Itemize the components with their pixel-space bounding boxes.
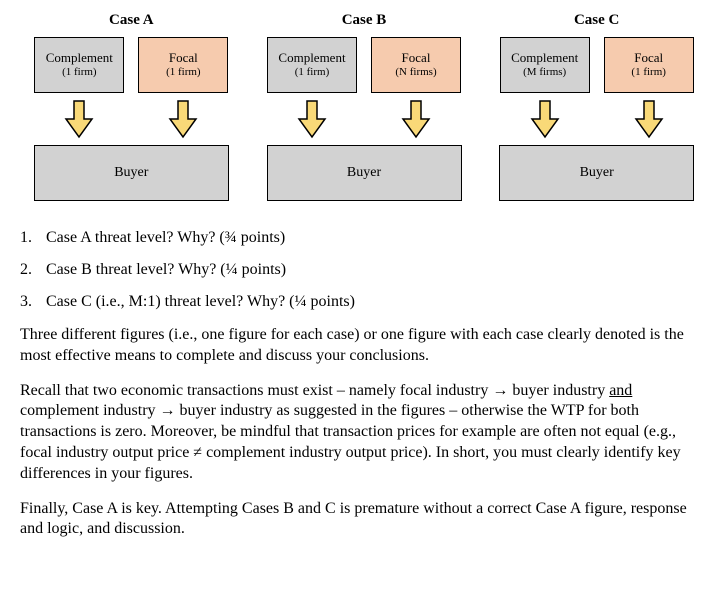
paragraph-3: Finally, Case A is key. Attempting Cases… <box>20 499 708 541</box>
case-b-title: Case B <box>342 12 387 29</box>
question-3-text: Case C (i.e., M:1) threat level? Why? (¼… <box>46 293 355 311</box>
case-a-boxes: Complement (1 firm) Focal (1 firm) <box>34 37 228 93</box>
case-b: Case B Complement (1 firm) Focal (N firm… <box>253 12 476 201</box>
complement-sub: (1 firm) <box>295 66 330 79</box>
case-c-complement-box: Complement (M firms) <box>500 37 590 93</box>
case-a-focal-box: Focal (1 firm) <box>138 37 228 93</box>
focal-label: Focal <box>402 51 431 66</box>
arrow-slot <box>267 99 357 141</box>
case-c: Case C Complement (M firms) Focal (1 fir… <box>485 12 708 201</box>
case-c-focal-box: Focal (1 firm) <box>604 37 694 93</box>
question-2: 2. Case B threat level? Why? (¼ points) <box>20 261 708 279</box>
case-a-complement-box: Complement (1 firm) <box>34 37 124 93</box>
complement-label: Complement <box>511 51 578 66</box>
arrow-down-icon <box>399 99 433 141</box>
case-a-title: Case A <box>109 12 154 29</box>
focal-label: Focal <box>169 51 198 66</box>
question-1-number: 1. <box>20 229 46 247</box>
question-list: 1. Case A threat level? Why? (¾ points) … <box>20 229 708 311</box>
arrow-down-icon <box>632 99 666 141</box>
question-1-text: Case A threat level? Why? (¾ points) <box>46 229 285 247</box>
complement-label: Complement <box>278 51 345 66</box>
case-b-complement-box: Complement (1 firm) <box>267 37 357 93</box>
arrow-slot <box>604 99 694 141</box>
arrow-slot <box>500 99 590 141</box>
arrow-down-icon <box>166 99 200 141</box>
focal-sub: (1 firm) <box>166 66 201 79</box>
paragraph-2b: complement industry → buyer industry as … <box>20 402 681 481</box>
case-b-arrows <box>267 99 461 141</box>
focal-sub: (N firms) <box>395 66 436 79</box>
arrow-down-icon <box>528 99 562 141</box>
case-c-boxes: Complement (M firms) Focal (1 firm) <box>500 37 694 93</box>
case-a: Case A Complement (1 firm) Focal (1 firm… <box>20 12 243 201</box>
question-2-text: Case B threat level? Why? (¼ points) <box>46 261 286 279</box>
paragraph-2: Recall that two economic transactions mu… <box>20 381 708 485</box>
case-b-focal-box: Focal (N firms) <box>371 37 461 93</box>
arrow-slot <box>138 99 228 141</box>
arrow-slot <box>34 99 124 141</box>
complement-label: Complement <box>46 51 113 66</box>
paragraph-2a: Recall that two economic transactions mu… <box>20 382 609 399</box>
arrow-slot <box>371 99 461 141</box>
question-2-number: 2. <box>20 261 46 279</box>
complement-sub: (1 firm) <box>62 66 97 79</box>
case-c-buyer-box: Buyer <box>499 145 694 201</box>
question-3: 3. Case C (i.e., M:1) threat level? Why?… <box>20 293 708 311</box>
case-b-boxes: Complement (1 firm) Focal (N firms) <box>267 37 461 93</box>
focal-label: Focal <box>634 51 663 66</box>
case-a-arrows <box>34 99 228 141</box>
complement-sub: (M firms) <box>523 66 566 79</box>
cases-diagram: Case A Complement (1 firm) Focal (1 firm… <box>20 12 708 201</box>
arrow-down-icon <box>62 99 96 141</box>
focal-sub: (1 firm) <box>631 66 666 79</box>
paragraph-1: Three different figures (i.e., one figur… <box>20 325 708 367</box>
arrow-down-icon <box>295 99 329 141</box>
question-3-number: 3. <box>20 293 46 311</box>
case-c-title: Case C <box>574 12 619 29</box>
case-a-buyer-box: Buyer <box>34 145 229 201</box>
question-1: 1. Case A threat level? Why? (¾ points) <box>20 229 708 247</box>
paragraph-2-and: and <box>609 382 632 399</box>
case-c-arrows <box>500 99 694 141</box>
case-b-buyer-box: Buyer <box>267 145 462 201</box>
